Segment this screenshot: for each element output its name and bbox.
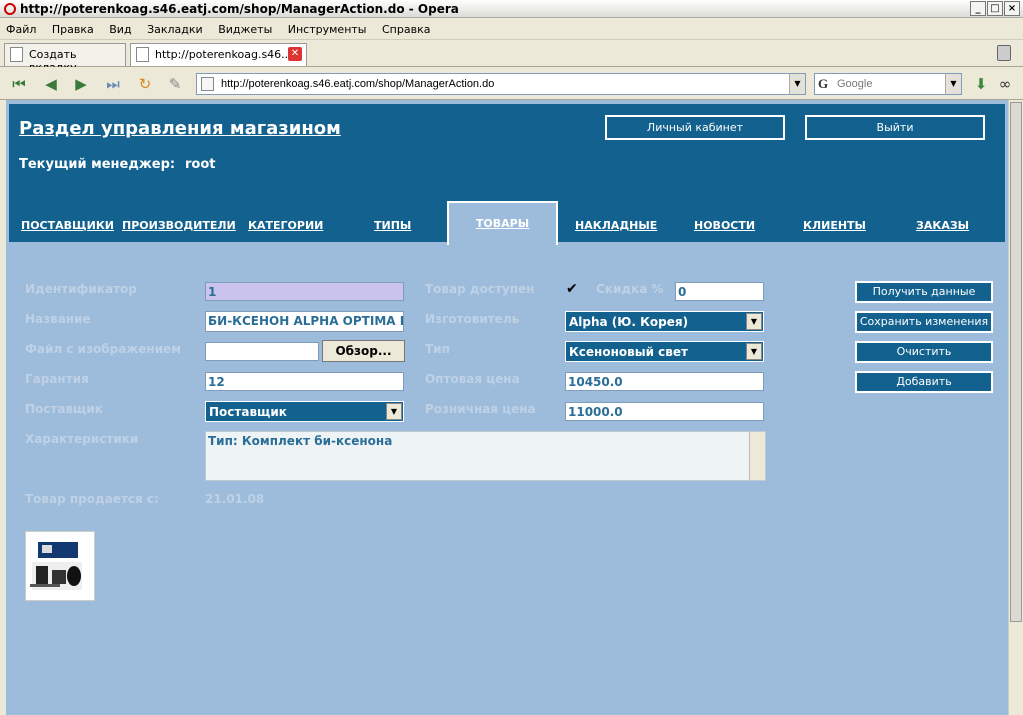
tab-clients[interactable]: КЛИЕНТЫ bbox=[803, 219, 866, 232]
fast-forward-icon[interactable]: ⏭ bbox=[102, 73, 124, 95]
sale-since-value: 21.01.08 bbox=[205, 492, 265, 506]
window-title-bar: http://poterenkoag.s46.eatj.com/shop/Man… bbox=[0, 0, 1023, 18]
new-page-icon bbox=[10, 47, 23, 62]
trash-icon[interactable] bbox=[997, 45, 1011, 61]
tab-categories[interactable]: КАТЕГОРИИ bbox=[248, 219, 323, 232]
menu-bookmarks[interactable]: Закладки bbox=[141, 19, 209, 36]
type-label: Тип bbox=[425, 342, 450, 356]
chevron-down-icon: ▼ bbox=[386, 403, 402, 420]
zoom-glasses-icon[interactable]: ∞ bbox=[994, 73, 1016, 95]
discount-field[interactable]: 0 bbox=[675, 282, 764, 301]
opera-logo-icon bbox=[4, 3, 16, 15]
maker-value: Alpha (Ю. Корея) bbox=[569, 315, 689, 329]
menu-help[interactable]: Справка bbox=[376, 19, 436, 36]
back-icon[interactable]: ◀ bbox=[40, 73, 62, 95]
tab-current-label: http://poterenkoag.s46.... bbox=[155, 48, 296, 61]
retail-label: Розничная цена bbox=[425, 402, 536, 416]
specs-label: Характеристики bbox=[25, 432, 139, 446]
web-page: Раздел управления магазином Текущий мене… bbox=[0, 100, 1008, 715]
maker-select[interactable]: Alpha (Ю. Корея) ▼ bbox=[565, 311, 764, 332]
scroll-thumb[interactable] bbox=[1010, 102, 1022, 622]
sale-since-label: Товар продается с: bbox=[25, 492, 159, 506]
page-scrollbar[interactable] bbox=[1008, 100, 1023, 715]
navigation-bar: ⏮ ◀ ▶ ⏭ ↻ ✎ http://poterenkoag.s46.eatj.… bbox=[0, 67, 1023, 100]
chevron-down-icon: ▼ bbox=[746, 313, 762, 330]
specs-text: Тип: Комплект би-ксенона bbox=[208, 434, 393, 448]
supplier-select[interactable]: Поставщик ▼ bbox=[205, 401, 404, 422]
tab-types[interactable]: ТИПЫ bbox=[374, 219, 411, 232]
edit-icon[interactable]: ✎ bbox=[164, 73, 186, 95]
supplier-value: Поставщик bbox=[209, 405, 287, 419]
type-select[interactable]: Ксеноновый свет ▼ bbox=[565, 341, 764, 362]
browser-tab-bar: Создать вкладку http://poterenkoag.s46..… bbox=[0, 41, 1023, 74]
specs-scrollbar[interactable] bbox=[749, 432, 765, 480]
available-checkbox[interactable]: ✔ bbox=[566, 282, 581, 297]
tab-new[interactable]: Создать вкладку bbox=[4, 43, 126, 74]
save-button[interactable]: Сохранить изменения bbox=[855, 311, 993, 333]
maker-label: Изготовитель bbox=[425, 312, 520, 326]
menu-widgets[interactable]: Виджеты bbox=[212, 19, 278, 36]
tab-current[interactable]: http://poterenkoag.s46.... ✕ bbox=[130, 43, 307, 66]
minimize-button[interactable]: _ bbox=[970, 1, 986, 16]
warranty-label: Гарантия bbox=[25, 372, 89, 386]
file-label: Файл с изображением bbox=[25, 342, 182, 356]
tab-news[interactable]: НОВОСТИ bbox=[694, 219, 755, 232]
page-icon bbox=[136, 47, 149, 62]
close-tab-icon[interactable]: ✕ bbox=[288, 47, 302, 61]
search-placeholder: Google bbox=[837, 78, 873, 90]
id-field[interactable]: 1 bbox=[205, 282, 404, 301]
tab-products[interactable]: ТОВАРЫ bbox=[447, 201, 558, 245]
chevron-down-icon: ▼ bbox=[746, 343, 762, 360]
search-dropdown-icon[interactable]: ▼ bbox=[945, 74, 961, 94]
warranty-field[interactable]: 12 bbox=[205, 372, 404, 391]
product-image[interactable] bbox=[25, 531, 95, 601]
rewind-icon[interactable]: ⏮ bbox=[8, 73, 30, 95]
name-field[interactable]: БИ-КСЕНОН ALPHA OPTIMA BI bbox=[205, 311, 404, 332]
wholesale-label: Оптовая цена bbox=[425, 372, 520, 386]
add-button[interactable]: Добавить bbox=[855, 371, 993, 393]
tab-products-label: ТОВАРЫ bbox=[475, 217, 530, 230]
manager-value: root bbox=[185, 157, 216, 172]
specs-textarea[interactable]: Тип: Комплект би-ксенона bbox=[205, 431, 766, 481]
tab-invoices[interactable]: НАКЛАДНЫЕ bbox=[575, 219, 657, 232]
menu-view[interactable]: Вид bbox=[103, 19, 137, 36]
menu-edit[interactable]: Правка bbox=[46, 19, 100, 36]
reload-icon[interactable]: ↻ bbox=[134, 73, 156, 95]
close-window-button[interactable]: × bbox=[1004, 1, 1020, 16]
name-label: Название bbox=[25, 312, 91, 326]
tab-orders[interactable]: ЗАКАЗЫ bbox=[916, 219, 969, 232]
file-field[interactable] bbox=[205, 342, 319, 361]
google-icon: G bbox=[818, 76, 829, 91]
get-data-button[interactable]: Получить данные bbox=[855, 281, 993, 303]
id-label: Идентификатор bbox=[25, 282, 137, 296]
cabinet-button[interactable]: Личный кабинет bbox=[605, 115, 785, 140]
product-photo-icon bbox=[30, 542, 82, 590]
page-title[interactable]: Раздел управления магазином bbox=[19, 118, 341, 139]
menu-tools[interactable]: Инструменты bbox=[282, 19, 373, 36]
logout-button[interactable]: Выйти bbox=[805, 115, 985, 140]
tab-suppliers[interactable]: ПОСТАВЩИКИ bbox=[21, 219, 114, 232]
address-text: http://poterenkoag.s46.eatj.com/shop/Man… bbox=[221, 78, 495, 90]
available-label: Товар доступен bbox=[425, 282, 535, 296]
browse-button[interactable]: Обзор... bbox=[322, 340, 405, 362]
window-title: http://poterenkoag.s46.eatj.com/shop/Man… bbox=[20, 2, 459, 16]
page-icon bbox=[201, 77, 214, 91]
forward-icon[interactable]: ▶ bbox=[70, 73, 92, 95]
supplier-label: Поставщик bbox=[25, 402, 103, 416]
retail-field[interactable]: 11000.0 bbox=[565, 402, 764, 421]
address-bar[interactable]: http://poterenkoag.s46.eatj.com/shop/Man… bbox=[196, 73, 806, 95]
download-icon[interactable]: ⬇ bbox=[970, 73, 992, 95]
shop-header: Раздел управления магазином Текущий мене… bbox=[9, 104, 1005, 245]
manager-label: Текущий менеджер: bbox=[19, 157, 176, 172]
maximize-button[interactable]: □ bbox=[987, 1, 1003, 16]
tab-manufacturers[interactable]: ПРОИЗВОДИТЕЛИ bbox=[122, 219, 236, 232]
menu-file[interactable]: Файл bbox=[0, 19, 42, 36]
type-value: Ксеноновый свет bbox=[569, 345, 688, 359]
wholesale-field[interactable]: 10450.0 bbox=[565, 372, 764, 391]
menu-bar: Файл Правка Вид Закладки Виджеты Инструм… bbox=[0, 19, 1023, 40]
address-dropdown-icon[interactable]: ▼ bbox=[789, 74, 805, 94]
search-input[interactable]: G Google ▼ bbox=[814, 73, 962, 95]
discount-label: Скидка % bbox=[596, 282, 664, 296]
clear-button[interactable]: Очистить bbox=[855, 341, 993, 363]
